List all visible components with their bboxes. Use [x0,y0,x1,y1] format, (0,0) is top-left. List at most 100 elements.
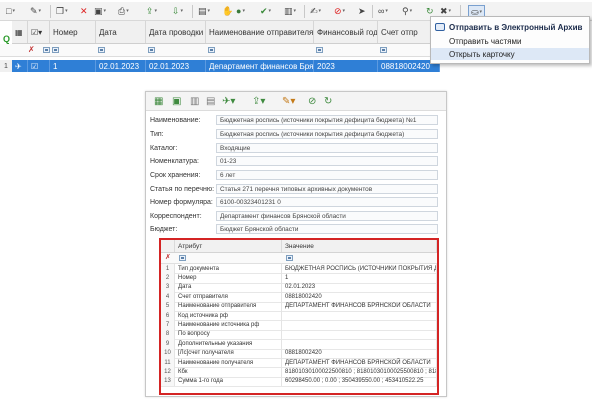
print-icon[interactable]: ⎙ ▾ [118,5,129,17]
menu-item-send-in-parts[interactable]: Отправить частями [431,35,589,47]
attribute-name: Код источника рф [175,311,282,321]
attribute-name: Наименование источника рф [175,320,282,330]
field-value[interactable]: Бюджетная роспись (источники покрытия де… [216,115,438,125]
stop-icon[interactable]: ⊘ ▾ [334,5,345,17]
clear-filter-icon[interactable]: ✗ [28,45,35,54]
new-document-icon[interactable]: □ ▾ [6,5,15,17]
column-header-attribute[interactable]: Атрибут [175,240,282,252]
list-filter-row: ✗ [0,44,440,57]
field-label: Номенклатура: [150,157,199,165]
save-icon[interactable]: ▣ ▾ [94,5,106,17]
save-close-icon[interactable]: ▣ [172,95,181,107]
attribute-value: 1 [282,273,437,283]
unlink-icon[interactable]: ⊘ [308,95,316,107]
attach-icon[interactable]: ▥ [190,95,199,107]
toolbar-separator [50,5,51,18]
attribute-value: 60298450.00 ; 0.00 ; 350439550.00 ; 4534… [282,376,437,387]
filter-checkbox[interactable] [148,47,155,53]
field-label: Срок хранения: [150,171,201,179]
delete-icon[interactable]: ✕ [80,5,88,17]
copy-icon[interactable]: ❐ ▾ [56,5,68,17]
attribute-value [282,339,437,349]
cell-posting-date: 02.01.2023 [146,60,206,72]
hand-icon[interactable]: ✋ [222,5,233,17]
field-value[interactable]: Статья 271 перечня типовых архивных доку… [216,184,438,194]
field-value[interactable]: 6 лет [216,170,438,180]
filter-checkbox[interactable] [380,47,387,53]
sign-icon[interactable]: ✎▾ [282,95,295,107]
row-status-icon: ✈ [12,60,28,72]
filter-checkbox[interactable] [179,255,186,261]
field-name: Наименование: Бюджетная роспись (источни… [146,114,446,126]
table-row[interactable]: ✈ ☑ 1 02.01.2023 02.01.2023 Департамент … [12,60,440,72]
field-form-number: Номер формуляра: 6100-00323401231 0 [146,196,446,208]
field-value[interactable]: Бюджет Брянской области [216,224,438,234]
sign-icon[interactable]: ✍ ▾ [310,5,321,17]
column-grid-icon[interactable]: ▦ [12,21,28,43]
field-catalog: Каталог: Входящие [146,142,446,154]
cell-number: 1 [50,60,96,72]
column-check-icon[interactable]: ☑▾ [28,21,50,43]
filter-checkbox[interactable] [286,255,293,261]
field-value[interactable]: 01-23 [216,156,438,166]
column-header-sender[interactable]: Наименование отправителя [206,21,314,43]
check-icon[interactable]: ✔ ▾ [260,5,271,17]
table-row[interactable]: 13 Сумма 1-го года 60298450.00 ; 0.00 ; … [161,376,437,388]
attribute-name: Тип документа [175,264,282,274]
attribute-name: Кбк [175,367,282,377]
field-value[interactable]: 6100-00323401231 0 [216,197,438,207]
document-icon[interactable]: ▤ ▾ [198,5,210,17]
column-header-date[interactable]: Дата [96,21,146,43]
filter-checkbox[interactable] [208,47,215,53]
send-icon[interactable]: ➤ [358,5,366,17]
save-icon[interactable]: ▦ [154,95,163,107]
export-icon[interactable]: ⇪▾ [146,5,157,17]
list-header: ▦ ☑▾ Номер Дата Дата проводки Наименован… [12,21,440,44]
menu-item-open-card[interactable]: Открыть карточку [431,48,589,60]
attribute-name: Наименование отправителя [175,301,282,311]
attachment-icon[interactable]: ▥ ▾ [284,5,296,17]
row-number: 4 [161,292,175,302]
filter-checkbox[interactable] [316,47,323,53]
toolbar-separator [192,5,193,18]
filter-icon[interactable]: ⚲ ▾ [402,5,412,17]
row-number: 10 [161,348,175,358]
column-header-value[interactable]: Значение [282,240,437,252]
link-icon[interactable]: ∞ ▾ [378,5,388,17]
row-number: 5 [161,301,175,311]
field-storage-period: Срок хранения: 6 лет [146,169,446,181]
filter-checkbox[interactable] [43,47,50,53]
filter-checkbox[interactable] [98,47,105,53]
refresh-icon[interactable]: ↻ [324,95,332,107]
column-header-fin-year[interactable]: Финансовый год [314,21,378,43]
row-number: 9 [161,339,175,349]
edit-icon[interactable]: ✎ ▾ [30,5,41,17]
field-value[interactable]: Входящие [216,143,438,153]
cell-date: 02.01.2023 [96,60,146,72]
cell-sender: Департамент финансов Брянской [206,60,314,72]
export-icon[interactable]: ⇪▾ [252,95,265,107]
filter-checkbox[interactable] [52,47,59,53]
menu-item-send-to-archive[interactable]: Отправить в Электронный Архив [431,21,589,33]
field-budget: Бюджет: Бюджет Брянской области [146,223,446,235]
field-value[interactable]: Департамент финансов Брянской области [216,211,438,221]
field-nomenclature: Номенклатура: 01-23 [146,155,446,167]
attribute-value: 08818002420 [282,348,437,358]
row-number: 1 [0,60,12,72]
row-number: 2 [161,273,175,283]
import-icon[interactable]: ⇩ ▾ [172,5,183,17]
column-header-posting-date[interactable]: Дата проводки [146,21,206,43]
clear-filter-icon[interactable]: ✗ [165,253,171,261]
send-icon[interactable]: ✈▾ [222,95,235,107]
field-article: Статья по перечню: Статья 271 перечня ти… [146,183,446,195]
approve-icon[interactable]: ● ▾ [236,5,245,17]
field-label: Бюджет: [150,225,178,233]
search-icon[interactable]: Q [3,34,10,44]
attribute-value: 81801030100022500810 ; 81801030100025500… [282,367,437,377]
row-checkbox[interactable]: ☑ [28,60,50,72]
attribute-name: По вопросу [175,329,282,340]
field-value[interactable]: Бюджетная роспись (источники покрытия де… [216,129,438,139]
column-header-number[interactable]: Номер [50,21,96,43]
document-icon[interactable]: ▤ [206,95,215,107]
document-card-window: ▦ ▣ ▥ ▤ ✈▾ ⇪▾ ✎▾ ⊘ ↻ Наименование: Бюдже… [145,91,447,397]
